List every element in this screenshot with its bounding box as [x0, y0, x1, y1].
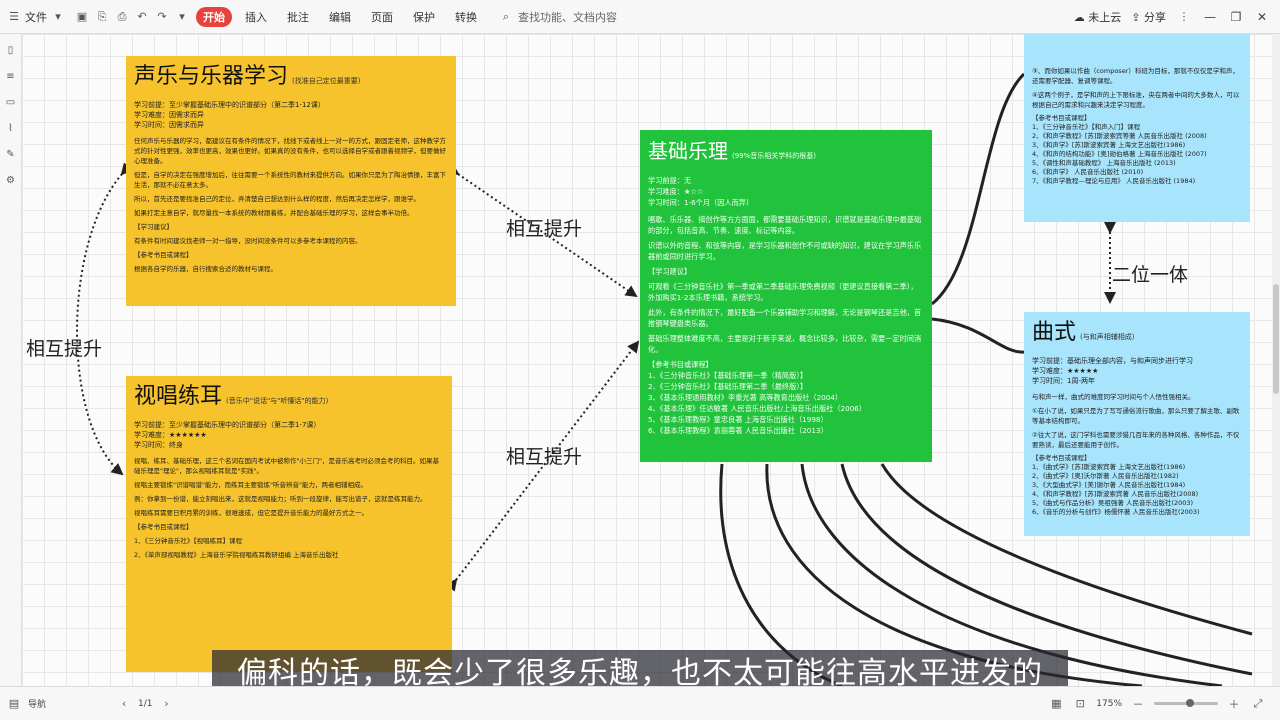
card-meta: 学习前提：至少掌握基础乐理中的识谱部分（第二季1-12课） 学习难度：因需求而异…	[134, 101, 325, 129]
card-title: 曲式 (与和声相辅相成)	[1032, 320, 1135, 345]
file-menu[interactable]: ☰ 文件 ▾	[6, 9, 66, 25]
card-references: 【参考书目或课程】 1、《曲式学》[苏]斯波索宾著 上海文艺出版社(1986) …	[1032, 454, 1200, 516]
tab-comment[interactable]: 批注	[280, 7, 316, 27]
next-page-icon[interactable]: ›	[159, 696, 175, 712]
print-icon[interactable]: ⎙	[114, 9, 130, 25]
tab-page[interactable]: 页面	[364, 7, 400, 27]
relation-music-ear	[76, 162, 134, 476]
card-title: 基础乐理 (99%音乐相关学科的根基)	[648, 139, 817, 163]
undo-icon[interactable]: ↶	[134, 9, 150, 25]
restore-icon[interactable]: ❐	[1228, 10, 1244, 24]
card-meta: 学习前提：基础乐理全部内容，与和声同步进行学习 学习难度：★★★★★ 学习时间：…	[1032, 357, 1193, 385]
relation-label-music-theory: 相互提升	[506, 218, 583, 240]
page-number[interactable]: 1/1	[138, 699, 152, 709]
status-bar: ▤ 导航 ‹ 1/1 › ▦ ⊡ 175% － ＋ ⤢	[0, 686, 1280, 720]
fullscreen-icon[interactable]: ⤢	[1250, 696, 1266, 712]
zoom-slider[interactable]	[1154, 699, 1218, 707]
cloud-status[interactable]: ☁ 未上云	[1074, 9, 1122, 25]
card-meta: 学习前提：至少掌握基础乐理中的识谱部分（第二季1-7课） 学习难度：★★★★★★…	[134, 421, 321, 449]
share-button[interactable]: ⇪ 分享	[1131, 9, 1166, 25]
sign-icon[interactable]: ✎	[3, 146, 19, 162]
card-body: 与和声一样，曲式的难度同学习时间与个人悟性强相关。 ①在小了说，如果只是为了写写…	[1032, 393, 1240, 449]
card-basic-theory[interactable]: 基础乐理 (99%音乐相关学科的根基) 学习前提：无 学习难度：★☆☆ 学习时间：…	[640, 130, 932, 462]
card-meta: 学习前提：无 学习难度：★☆☆ 学习时间：1-6个月（因人而异）	[648, 176, 754, 207]
relation-label-music-ear: 相互提升	[26, 338, 103, 360]
left-rail: ▯ ≡ ▭ ⌇ ✎ ⚙	[0, 34, 22, 686]
toolbar: ☰ 文件 ▾ ▣ ⎘ ⎙ ↶ ↷ ▾ 开始 插入 批注 编辑 页面 保护 转换 …	[0, 0, 1280, 34]
more-icon[interactable]: ▾	[174, 9, 190, 25]
scroll-thumb[interactable]	[1273, 284, 1279, 394]
relation-label-harmony-form: 二位一体	[1112, 264, 1189, 286]
page-indicator: ‹ 1/1 ›	[116, 696, 174, 712]
attachment-icon[interactable]: ⌇	[3, 120, 19, 136]
card-title: 声乐与乐器学习 (找准自己定位最重要)	[134, 64, 361, 89]
zoom-level[interactable]: 175%	[1096, 699, 1122, 709]
card-body: ③、而你如果以作曲（composer）科班为目标，那就不仅仅是学和声，还需要学配…	[1032, 67, 1240, 109]
tab-insert[interactable]: 插入	[238, 7, 274, 27]
save-icon[interactable]: ▣	[74, 9, 90, 25]
card-harmony[interactable]: ③、而你如果以作曲（composer）科班为目标，那就不仅仅是学和声，还需要学配…	[1024, 34, 1250, 222]
prev-page-icon[interactable]: ‹	[116, 696, 132, 712]
view-mode-icon[interactable]: ▦	[1048, 696, 1064, 712]
mindmap-canvas[interactable]: 声乐与乐器学习 (找准自己定位最重要) 学习前提：至少掌握基础乐理中的识谱部分（第…	[22, 34, 1280, 686]
card-references: 【参考书目或课程】 1、《三分钟音乐社》【和声入门】课程 2、《和声学教程》[苏…	[1032, 114, 1207, 185]
outline-icon[interactable]: ≡	[3, 68, 19, 84]
export-icon[interactable]: ⎘	[94, 9, 110, 25]
card-body: 唱歌、乐乐器、搞创作等方方面面，都需要基础乐理知识，识谱就是基础乐理中最基础的部…	[648, 215, 922, 354]
more-options-icon[interactable]: ⋮	[1176, 9, 1192, 25]
tab-edit[interactable]: 编辑	[322, 7, 358, 27]
card-body: 任何声乐与乐器的学习，都建议在有条件的情况下，找线下或者线上一对一的方式，跟固定…	[134, 137, 446, 273]
card-form[interactable]: 曲式 (与和声相辅相成) 学习前提：基础乐理全部内容，与和声同步进行学习 学习难度…	[1024, 312, 1250, 536]
search-icon: ⌕	[502, 9, 510, 23]
tools-icon[interactable]: ⚙	[3, 172, 19, 188]
bookmark-icon[interactable]: ▯	[3, 42, 19, 58]
file-menu-label: 文件	[25, 10, 47, 24]
redo-icon[interactable]: ↷	[154, 9, 170, 25]
navigation-label[interactable]: 导航	[28, 697, 46, 710]
search-placeholder: 查找功能、文档内容	[518, 10, 617, 24]
tab-start[interactable]: 开始	[196, 6, 232, 27]
minimize-icon[interactable]: —	[1202, 10, 1218, 24]
comment-icon[interactable]: ▭	[3, 94, 19, 110]
fit-page-icon[interactable]: ⊡	[1072, 696, 1088, 712]
zoom-out-icon[interactable]: －	[1130, 696, 1146, 712]
close-icon[interactable]: ✕	[1254, 10, 1270, 24]
zoom-slider-knob[interactable]	[1186, 699, 1194, 707]
card-title: 视唱练耳 (音乐中"说话"与"听懂话"的能力)	[134, 384, 329, 409]
vertical-scrollbar[interactable]	[1272, 34, 1280, 686]
tab-protect[interactable]: 保护	[406, 7, 442, 27]
zoom-in-icon[interactable]: ＋	[1226, 696, 1242, 712]
card-references: 【参考书目或课程】 1、《三分钟音乐社》【基础乐理第一季（精简版）】 2、《三分…	[648, 360, 867, 435]
card-ear-training[interactable]: 视唱练耳 (音乐中"说话"与"听懂话"的能力) 学习前提：至少掌握基础乐理中的识谱…	[126, 376, 452, 672]
card-body: 视唱、练耳、基础乐理，这三个名词在国内考试中被称作"小三门"，是音乐高考时必须会…	[134, 457, 439, 559]
tab-convert[interactable]: 转换	[448, 7, 484, 27]
chevron-down-icon: ▾	[55, 10, 61, 23]
card-music-learning[interactable]: 声乐与乐器学习 (找准自己定位最重要) 学习前提：至少掌握基础乐理中的识谱部分（第…	[126, 56, 456, 306]
relation-label-ear-theory: 相互提升	[506, 446, 583, 468]
navigation-icon[interactable]: ▤	[6, 696, 22, 712]
search-box[interactable]: ⌕ 查找功能、文档内容	[498, 9, 617, 25]
menu-icon: ☰	[9, 10, 19, 23]
